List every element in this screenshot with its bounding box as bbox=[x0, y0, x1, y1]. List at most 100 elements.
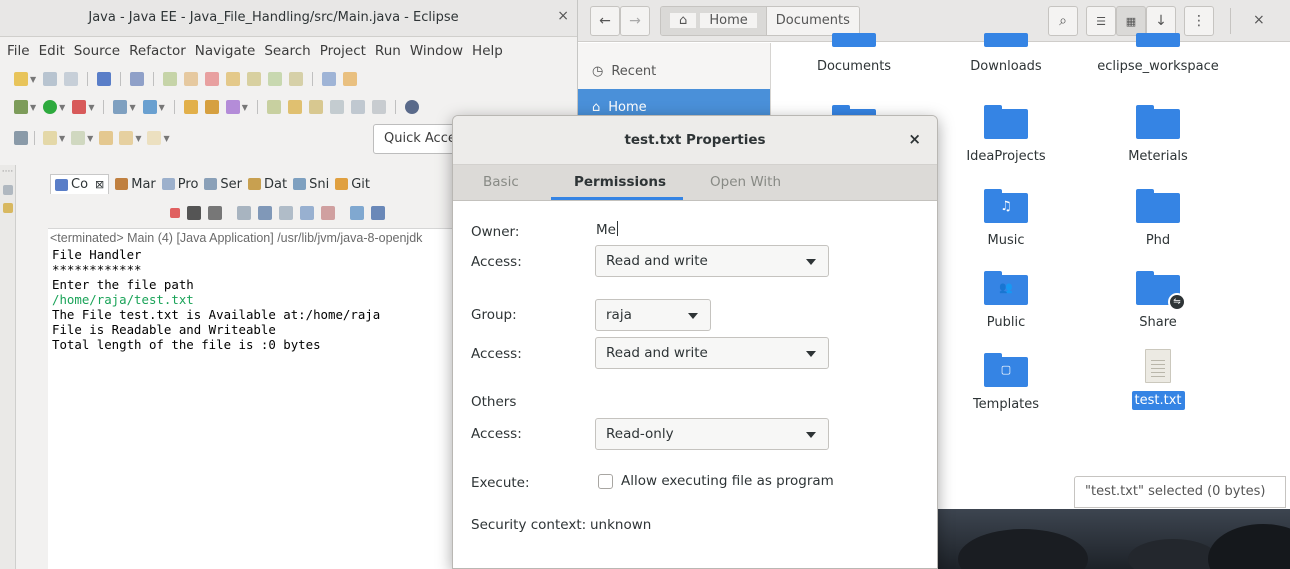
block-selection-icon[interactable] bbox=[329, 100, 344, 114]
drop-to-frame-icon[interactable] bbox=[343, 72, 358, 86]
folder-phd[interactable]: Phd bbox=[1088, 189, 1228, 248]
debug-icon[interactable] bbox=[14, 100, 28, 114]
dropdown-arrow-icon[interactable]: ▼ bbox=[59, 103, 65, 112]
tab-data-source[interactable]: Dat bbox=[248, 177, 287, 192]
run-last-tool-icon[interactable] bbox=[72, 100, 87, 114]
dropdown-arrow-icon[interactable]: ▼ bbox=[129, 103, 135, 112]
tab-snippets[interactable]: Sni bbox=[293, 177, 329, 192]
dropdown-arrow-icon[interactable]: ▼ bbox=[135, 134, 141, 143]
dropdown-arrow-icon[interactable]: ▼ bbox=[242, 103, 248, 112]
terminate-icon[interactable] bbox=[205, 72, 220, 86]
menu-refactor[interactable]: Refactor bbox=[129, 43, 186, 59]
remove-all-launches-icon[interactable] bbox=[208, 206, 222, 220]
show-whitespace-icon[interactable] bbox=[350, 100, 365, 114]
execute-checkbox[interactable] bbox=[598, 474, 613, 489]
path-documents-button[interactable]: Documents bbox=[766, 7, 859, 35]
remove-launch-icon[interactable] bbox=[187, 206, 201, 220]
tab-servers[interactable]: Ser bbox=[204, 177, 242, 192]
open-type-icon[interactable] bbox=[183, 100, 198, 114]
back-icon[interactable] bbox=[119, 131, 134, 145]
dropdown-arrow-icon[interactable]: ▼ bbox=[88, 103, 94, 112]
word-wrap-icon[interactable] bbox=[279, 206, 293, 220]
execute-checkbox-label[interactable]: Allow executing file as program bbox=[621, 473, 834, 489]
list-view-button[interactable]: ☰ bbox=[1086, 6, 1116, 36]
package-explorer-icon[interactable] bbox=[2, 203, 13, 213]
group-dropdown[interactable]: raja bbox=[595, 299, 711, 331]
dropdown-arrow-icon[interactable]: ▼ bbox=[59, 134, 65, 143]
tab-open-with[interactable]: Open With bbox=[710, 174, 781, 190]
paragraph-icon[interactable] bbox=[371, 100, 386, 114]
grid-view-button[interactable]: ▦ bbox=[1116, 6, 1146, 36]
show-on-stderr-icon[interactable] bbox=[321, 206, 335, 220]
skip-breakpoints-icon[interactable] bbox=[130, 72, 145, 86]
folder-downloads[interactable]: Downloads bbox=[936, 33, 1076, 74]
forward-icon[interactable] bbox=[147, 131, 162, 145]
group-access-dropdown[interactable]: Read and write bbox=[595, 337, 829, 369]
step-return-icon[interactable] bbox=[289, 72, 304, 86]
last-edit-icon[interactable] bbox=[99, 131, 114, 145]
tab-basic[interactable]: Basic bbox=[483, 174, 519, 190]
new-java-class-icon[interactable] bbox=[142, 100, 157, 114]
folder-share[interactable]: ⇋ Share bbox=[1088, 271, 1228, 330]
disconnect-icon[interactable] bbox=[226, 72, 241, 86]
next-annotation-icon[interactable] bbox=[43, 131, 57, 145]
folder-documents[interactable]: Documents bbox=[784, 33, 924, 74]
folder-music[interactable]: ♫ Music bbox=[936, 189, 1076, 248]
terminate-icon[interactable] bbox=[170, 208, 180, 218]
show-on-stdout-icon[interactable] bbox=[300, 206, 314, 220]
toggle-mark-icon[interactable] bbox=[266, 100, 281, 114]
close-tab-icon[interactable]: ⊠ bbox=[95, 178, 104, 191]
sidebar-item-recent[interactable]: ◷ Recent bbox=[578, 53, 770, 89]
menu-project[interactable]: Project bbox=[320, 43, 366, 59]
new-server-icon[interactable] bbox=[113, 100, 128, 114]
toggle-breadcrumb-icon[interactable] bbox=[287, 100, 302, 114]
annotation-icon[interactable] bbox=[14, 131, 28, 145]
dropdown-arrow-icon[interactable]: ▼ bbox=[30, 103, 36, 112]
save-icon[interactable] bbox=[43, 72, 58, 86]
tab-markers[interactable]: Mar bbox=[115, 177, 156, 192]
tab-permissions[interactable]: Permissions bbox=[574, 174, 666, 190]
use-step-filters-icon[interactable] bbox=[322, 72, 337, 86]
dropdown-arrow-icon[interactable]: ▼ bbox=[30, 75, 36, 84]
run-icon[interactable] bbox=[43, 100, 58, 114]
path-home-button[interactable]: ⌂ Home bbox=[661, 7, 767, 35]
clear-console-icon[interactable] bbox=[237, 206, 251, 220]
folder-meterials[interactable]: Meterials bbox=[1088, 105, 1228, 164]
pin-console-icon[interactable] bbox=[350, 206, 364, 220]
step-into-icon[interactable] bbox=[247, 72, 262, 86]
tab-console[interactable]: Co ⊠ bbox=[50, 174, 110, 194]
dropdown-arrow-icon[interactable]: ▼ bbox=[159, 103, 165, 112]
file-test-txt[interactable]: test.txt bbox=[1088, 349, 1228, 410]
folder-templates[interactable]: ▢ Templates bbox=[936, 353, 1076, 412]
tab-properties[interactable]: Pro bbox=[161, 177, 198, 192]
file-manager-close-icon[interactable]: × bbox=[1253, 12, 1265, 28]
drag-handle-icon[interactable]: ···· bbox=[0, 167, 15, 177]
folder-eclipse-workspace[interactable]: eclipse_workspace bbox=[1088, 33, 1228, 74]
restore-icon[interactable] bbox=[2, 185, 13, 195]
eclipse-close-button[interactable]: × bbox=[557, 8, 569, 24]
folder-ideaprojects[interactable]: IdeaProjects bbox=[936, 105, 1076, 164]
dropdown-arrow-icon[interactable]: ▼ bbox=[163, 134, 169, 143]
menu-edit[interactable]: Edit bbox=[39, 43, 65, 59]
menu-run[interactable]: Run bbox=[375, 43, 401, 59]
search-icon[interactable] bbox=[225, 100, 240, 114]
toggle-highlight-icon[interactable] bbox=[308, 100, 323, 114]
dropdown-arrow-icon[interactable]: ▼ bbox=[87, 134, 93, 143]
console-icon[interactable] bbox=[97, 72, 112, 86]
menu-navigate[interactable]: Navigate bbox=[195, 43, 256, 59]
previous-annotation-icon[interactable] bbox=[71, 131, 86, 145]
owner-access-dropdown[interactable]: Read and write bbox=[595, 245, 829, 277]
menu-help[interactable]: Help bbox=[472, 43, 503, 59]
web-browser-icon[interactable] bbox=[404, 100, 419, 114]
menu-source[interactable]: Source bbox=[74, 43, 120, 59]
scroll-lock-icon[interactable] bbox=[258, 206, 272, 220]
dialog-close-button[interactable]: × bbox=[908, 130, 921, 148]
new-icon[interactable] bbox=[14, 72, 28, 86]
owner-field[interactable]: Me bbox=[596, 221, 618, 238]
menu-file[interactable]: File bbox=[7, 43, 30, 59]
open-task-icon[interactable] bbox=[204, 100, 219, 114]
suspend-icon[interactable] bbox=[184, 72, 199, 86]
resume-icon[interactable] bbox=[163, 72, 178, 86]
display-console-icon[interactable] bbox=[371, 206, 385, 220]
sort-button[interactable]: ↓ bbox=[1146, 6, 1176, 36]
